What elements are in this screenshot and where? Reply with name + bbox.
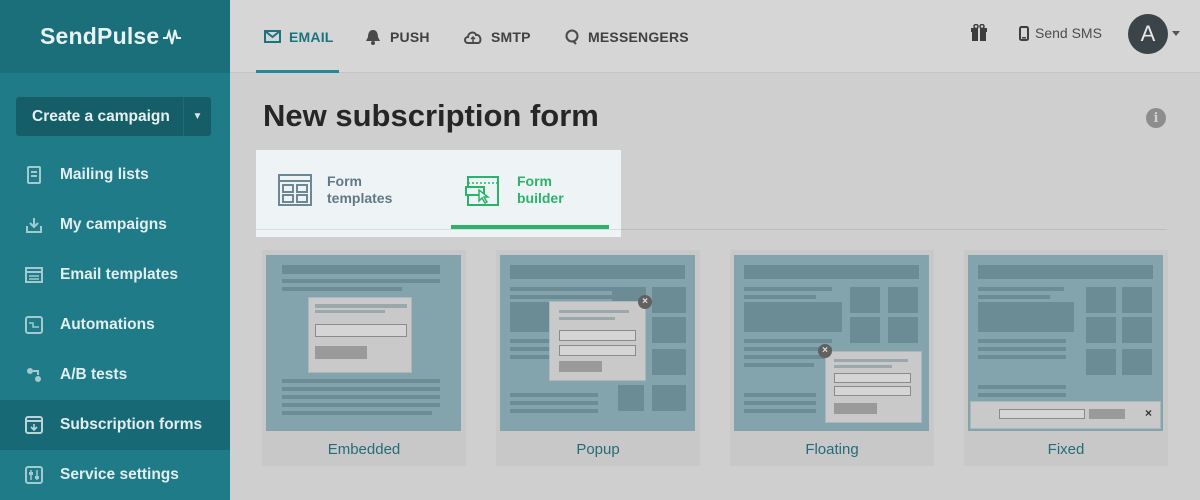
embedded-preview (266, 255, 461, 431)
sidebar-item-label: Mailing lists (60, 166, 149, 183)
tab-messengers[interactable]: MESSENGERS (564, 0, 689, 73)
brand-name: SendPulse (40, 23, 160, 49)
page-title: New subscription form (263, 98, 599, 133)
ab-test-icon (24, 365, 44, 385)
sidebar-item-label: A/B tests (60, 366, 128, 383)
brand-logo[interactable]: SendPulse (0, 0, 230, 73)
tab-email[interactable]: EMAIL (256, 0, 339, 73)
popup-preview: × (500, 255, 695, 431)
tab-label: SMTP (491, 28, 531, 45)
campaigns-icon (24, 215, 44, 235)
templates-icon (24, 265, 44, 285)
close-icon: × (638, 295, 652, 309)
list-icon (24, 165, 44, 185)
sidebar-item-subscription-forms[interactable]: Subscription forms (0, 400, 230, 450)
tab-form-builder[interactable]: Form builder (451, 150, 609, 229)
caret-down-icon: ▼ (192, 111, 203, 122)
form-builder-icon (465, 175, 499, 206)
tab-label: PUSH (390, 28, 430, 45)
close-icon: × (818, 344, 832, 358)
form-type-card-fixed[interactable]: × Fixed (964, 250, 1168, 466)
tab-smtp[interactable]: SMTP (463, 0, 531, 73)
pulse-icon (163, 27, 182, 44)
gift-icon[interactable] (970, 23, 988, 47)
fixed-preview: × (968, 255, 1163, 431)
sidebar-item-label: My campaigns (60, 216, 167, 233)
card-label: Fixed (1047, 441, 1085, 458)
cloud-icon (464, 31, 482, 44)
form-type-card-embedded[interactable]: Embedded (262, 250, 466, 466)
sidebar-item-label: Service settings (60, 466, 179, 483)
phone-icon (1019, 25, 1029, 41)
settings-icon (24, 465, 44, 485)
form-type-card-floating[interactable]: × Floating (730, 250, 934, 466)
avatar-caret-icon[interactable] (1172, 31, 1180, 36)
create-campaign-dropdown[interactable]: ▼ (183, 97, 211, 136)
info-icon[interactable]: i (1146, 108, 1166, 128)
envelope-icon (264, 30, 281, 43)
chat-icon (565, 29, 579, 45)
sidebar-item-my-campaigns[interactable]: My campaigns (0, 200, 230, 250)
create-campaign-group: Create a campaign ▼ (16, 97, 211, 136)
card-label: Embedded (327, 441, 401, 458)
avatar[interactable]: A (1128, 14, 1168, 54)
sidebar-item-email-templates[interactable]: Email templates (0, 250, 230, 300)
tab-form-templates[interactable]: Form templates (278, 150, 392, 229)
tab-label: Form templates (327, 172, 393, 206)
create-campaign-button[interactable]: Create a campaign (16, 97, 183, 136)
sidebar: SendPulse Create a campaign ▼ Mailing li… (0, 0, 230, 500)
sidebar-item-service-settings[interactable]: Service settings (0, 450, 230, 500)
sidebar-nav: Mailing lists My campaigns Email templat… (0, 150, 230, 500)
tab-push[interactable]: PUSH (364, 0, 430, 73)
sidebar-item-automations[interactable]: Automations (0, 300, 230, 350)
sidebar-item-mailing-lists[interactable]: Mailing lists (0, 150, 230, 200)
card-label: Popup (576, 441, 620, 458)
top-bar: EMAIL PUSH SMTP MESSENGERS Send SMS A (230, 0, 1200, 73)
tabs-divider (620, 229, 1167, 230)
form-icon (24, 415, 44, 435)
sidebar-item-label: Email templates (60, 266, 179, 283)
sidebar-item-label: Automations (60, 316, 155, 333)
close-icon: × (1145, 406, 1153, 420)
sidebar-item-ab-tests[interactable]: A/B tests (0, 350, 230, 400)
tab-label: EMAIL (289, 28, 334, 45)
send-sms-button[interactable]: Send SMS (1019, 0, 1102, 66)
tab-label: Form builder (517, 172, 564, 206)
automation-icon (24, 315, 44, 335)
form-type-card-popup[interactable]: × Popup (496, 250, 700, 466)
tabs-baseline (256, 229, 621, 230)
tab-label: MESSENGERS (588, 28, 689, 45)
bell-icon (366, 29, 380, 45)
form-type-tabs: Form templates Form builder (256, 150, 621, 237)
form-templates-icon (278, 173, 312, 206)
sidebar-item-label: Subscription forms (60, 416, 203, 433)
send-sms-label: Send SMS (1035, 25, 1102, 41)
card-label: Floating (805, 441, 859, 458)
floating-preview: × (734, 255, 929, 431)
